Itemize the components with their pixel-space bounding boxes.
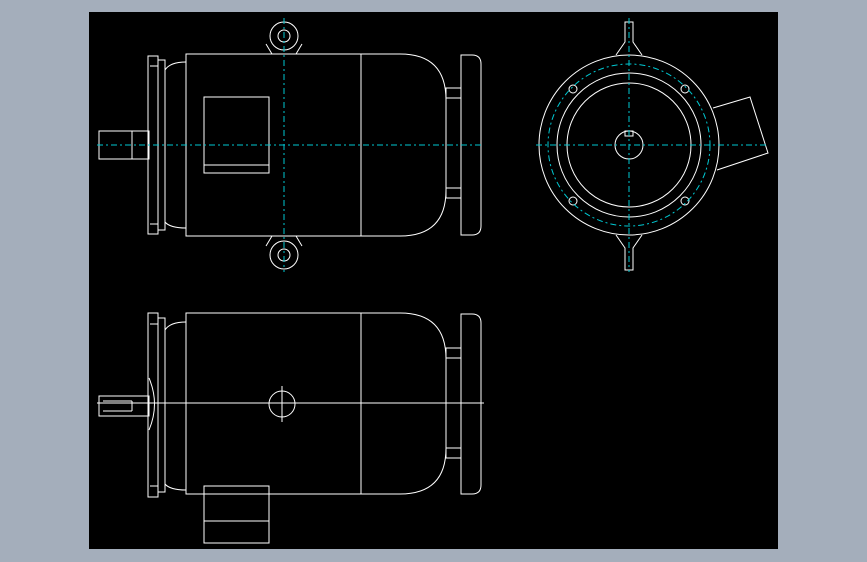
centerlines-bottom [97,386,484,422]
centerlines-end [536,18,768,272]
bolt-hole [680,84,690,94]
bolt-hole [568,84,578,94]
terminal-box-front [203,96,270,174]
end-view [538,21,769,271]
cad-viewport [0,0,867,562]
side-view-bottom [98,312,482,544]
motor-drawing [97,18,769,544]
drawing-canvas[interactable] [89,12,778,549]
terminal-box-side [712,96,769,171]
shaft-bottom [98,395,150,417]
terminal-box-bottom [203,485,270,544]
rear-cap-bottom [460,313,482,495]
